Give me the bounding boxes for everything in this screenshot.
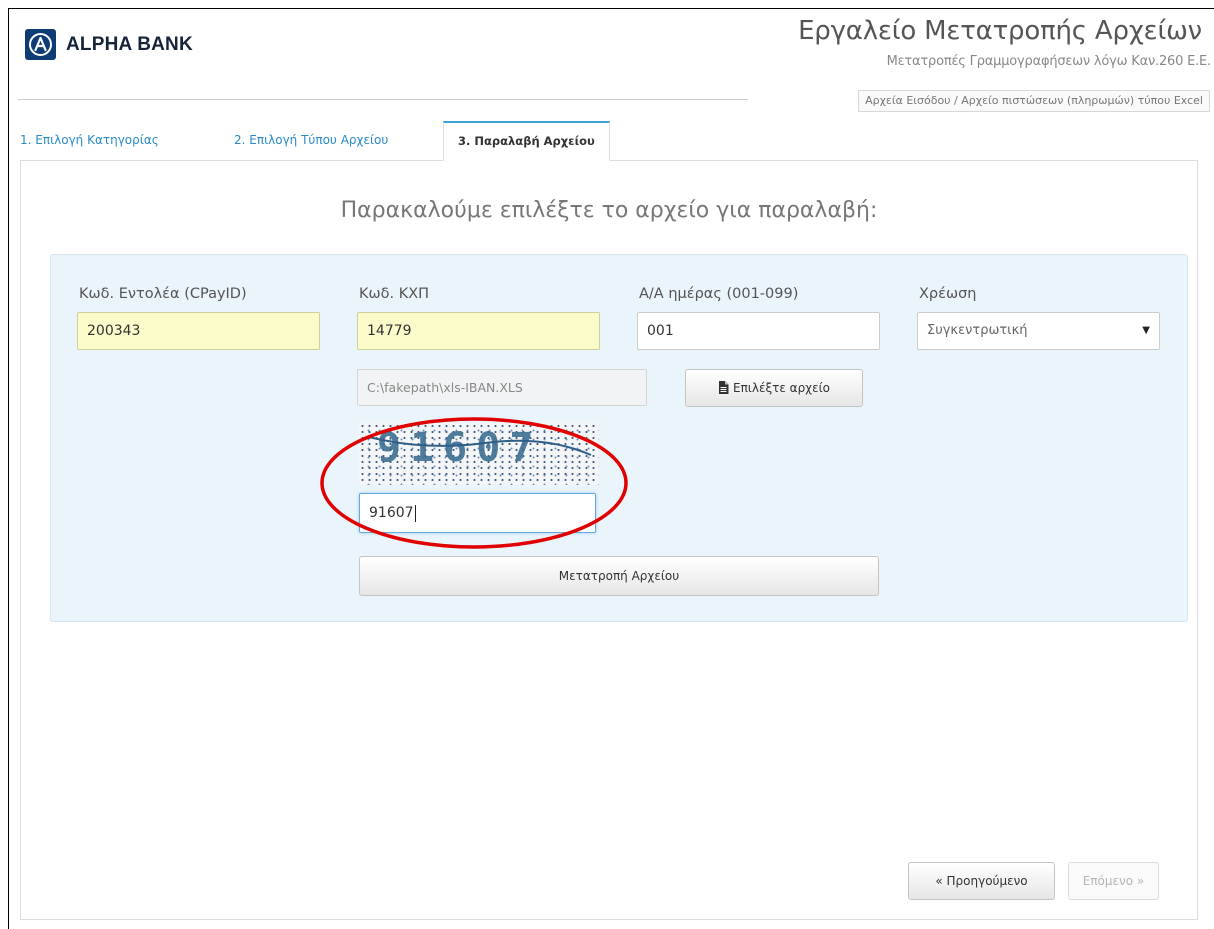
- frame-left-border: [8, 8, 9, 929]
- alpha-bank-logo-icon: [25, 29, 56, 60]
- frame-top-border: [8, 8, 1214, 9]
- kxp-field[interactable]: 14779: [357, 312, 600, 350]
- tab-select-file-type[interactable]: 2. Επιλογή Τύπου Αρχείου: [234, 121, 388, 160]
- cpayid-label: Κωδ. Εντολέα (CPayID): [79, 286, 247, 302]
- captcha-image: 91607: [359, 423, 599, 485]
- wizard-tabs: 1. Επιλογή Κατηγορίας 2. Επιλογή Τύπου Α…: [20, 121, 1198, 161]
- next-button[interactable]: Επόμενο »: [1068, 862, 1159, 900]
- upload-form: Κωδ. Εντολέα (CPayID) 200343 Κωδ. ΚΧΠ 14…: [50, 254, 1188, 622]
- captcha-input-value: 91607: [369, 505, 414, 521]
- day-sequence-label: Α/Α ημέρας (001-099): [639, 286, 799, 302]
- tab-content-panel: Παρακαλούμε επιλέξτε το αρχείο για παραλ…: [20, 160, 1198, 920]
- choose-file-button[interactable]: Επιλέξτε αρχείο: [685, 369, 863, 407]
- caret-down-icon: ▼: [1142, 325, 1150, 336]
- header-divider: [18, 99, 748, 100]
- upload-prompt: Παρακαλούμε επιλέξτε το αρχείο για παραλ…: [340, 198, 878, 223]
- file-path-display: C:\fakepath\xls-IBAN.XLS: [357, 369, 647, 406]
- kxp-label: Κωδ. ΚΧΠ: [359, 286, 430, 302]
- text-cursor: [414, 504, 416, 522]
- charge-label: Χρέωση: [919, 286, 977, 302]
- charge-select[interactable]: Συγκεντρωτική ▼: [917, 312, 1160, 350]
- brand-logo[interactable]: ALPHA BANK: [25, 29, 193, 60]
- tab-select-category[interactable]: 1. Επιλογή Κατηγορίας: [20, 121, 159, 160]
- captcha-noise-line: [368, 436, 592, 456]
- tab-file-upload[interactable]: 3. Παραλαβή Αρχείου: [443, 121, 610, 161]
- previous-button[interactable]: « Προηγούμενο: [908, 862, 1055, 900]
- breadcrumb: Αρχεία Εισόδου / Αρχείο πιστώσεων (πληρω…: [858, 90, 1210, 112]
- document-icon: [718, 381, 729, 394]
- convert-file-button[interactable]: Μετατροπή Αρχείου: [359, 556, 879, 596]
- cpayid-field[interactable]: 200343: [77, 312, 320, 350]
- day-sequence-field[interactable]: 001: [637, 312, 880, 350]
- app-title: Εργαλείο Μετατροπής Αρχείων: [798, 16, 1202, 46]
- charge-select-value: Συγκεντρωτική: [927, 323, 1028, 338]
- brand-name: ALPHA BANK: [66, 33, 193, 55]
- captcha-input[interactable]: 91607: [359, 493, 596, 533]
- app-subtitle: Μετατροπές Γραμμογραφήσεων λόγω Καν.260 …: [886, 54, 1212, 69]
- choose-file-label: Επιλέξτε αρχείο: [732, 381, 831, 395]
